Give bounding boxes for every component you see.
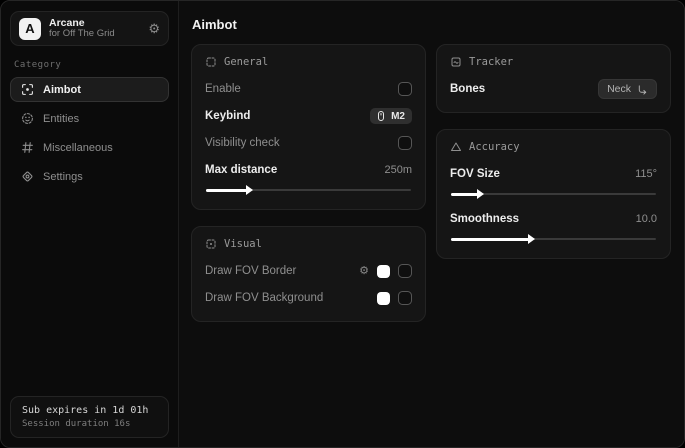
scan-face-icon: [21, 112, 34, 125]
focus-crosshair-icon: [21, 83, 34, 96]
sidebar-item-entities[interactable]: Entities: [10, 106, 169, 131]
keybind-value: M2: [391, 111, 405, 122]
sidebar-item-label: Miscellaneous: [43, 142, 113, 154]
accuracy-card-header: Accuracy: [450, 141, 657, 153]
sidebar-item-settings[interactable]: Settings: [10, 164, 169, 189]
activity-box-icon: [450, 56, 462, 68]
app-window: A Arcane for Off The Grid ⚙ Category Aim…: [0, 0, 685, 448]
smoothness-slider[interactable]: [451, 234, 656, 244]
corner-expand-icon: [637, 84, 648, 95]
keybind-row: Keybind M2: [205, 105, 412, 127]
draw-fov-border-label: Draw FOV Border: [205, 265, 296, 277]
sidebar-item-label: Settings: [43, 171, 83, 183]
draw-fov-background-checkbox[interactable]: [398, 291, 412, 305]
bones-row: Bones Neck: [450, 78, 657, 100]
smoothness-label: Smoothness: [450, 213, 519, 225]
visibility-check-label: Visibility check: [205, 137, 280, 149]
draw-fov-border-row: Draw FOV Border ⚙: [205, 260, 412, 282]
bones-label: Bones: [450, 83, 485, 95]
app-logo: A: [19, 18, 41, 40]
keybind-label: Keybind: [205, 110, 250, 122]
accuracy-card-title: Accuracy: [469, 141, 520, 153]
enable-label: Enable: [205, 83, 241, 95]
sidebar-item-label: Entities: [43, 113, 79, 125]
slider-fill: [451, 238, 529, 241]
fov-background-color-swatch[interactable]: [377, 292, 390, 305]
max-distance-slider[interactable]: [206, 185, 411, 195]
tracker-card-header: Tracker: [450, 56, 657, 68]
max-distance-row: Max distance 250m: [205, 159, 412, 181]
sidebar-spacer: [10, 193, 169, 396]
app-header-card: A Arcane for Off The Grid ⚙: [10, 11, 169, 46]
sub-expiry-text: Sub expires in 1d 01h: [22, 405, 157, 416]
triangle-icon: [450, 141, 462, 153]
smoothness-row: Smoothness 10.0: [450, 208, 657, 230]
grid-hash-icon: [21, 141, 34, 154]
bones-selected-value: Neck: [607, 83, 631, 95]
fov-border-gear-icon[interactable]: ⚙: [359, 266, 369, 277]
visual-card: Visual Draw FOV Border ⚙ Draw FOV Backgr…: [191, 226, 426, 322]
general-card-title: General: [224, 56, 268, 68]
slider-thumb[interactable]: [528, 234, 535, 244]
tracker-card: Tracker Bones Neck: [436, 44, 671, 113]
main-content: Aimbot General Enable: [179, 1, 685, 447]
left-column: General Enable Keybind M2: [191, 44, 426, 322]
bones-select-button[interactable]: Neck: [598, 79, 657, 99]
slider-thumb[interactable]: [477, 189, 484, 199]
general-card: General Enable Keybind M2: [191, 44, 426, 210]
app-meta: Arcane for Off The Grid: [49, 17, 140, 40]
dashed-box-dot-icon: [205, 238, 217, 250]
category-label: Category: [14, 60, 169, 70]
app-subtitle: for Off The Grid: [49, 29, 140, 40]
right-column: Tracker Bones Neck: [436, 44, 671, 259]
slider-fill: [451, 193, 478, 196]
sidebar-item-miscellaneous[interactable]: Miscellaneous: [10, 135, 169, 160]
enable-checkbox[interactable]: [398, 82, 412, 96]
settings-gear-icon[interactable]: ⚙: [148, 22, 160, 35]
fov-size-slider[interactable]: [451, 189, 656, 199]
slider-fill: [206, 189, 247, 192]
session-duration-text: Session duration 16s: [22, 419, 157, 429]
draw-fov-background-label: Draw FOV Background: [205, 292, 323, 304]
draw-fov-border-checkbox[interactable]: [398, 264, 412, 278]
fov-border-color-swatch[interactable]: [377, 265, 390, 278]
smoothness-value: 10.0: [636, 213, 657, 225]
sidebar: A Arcane for Off The Grid ⚙ Category Aim…: [1, 1, 179, 447]
page-title: Aimbot: [192, 17, 671, 32]
visual-card-title: Visual: [224, 238, 262, 250]
slider-thumb[interactable]: [246, 185, 253, 195]
sidebar-item-aimbot[interactable]: Aimbot: [10, 77, 169, 102]
visibility-check-row: Visibility check: [205, 132, 412, 154]
max-distance-label: Max distance: [205, 164, 277, 176]
keybind-button[interactable]: M2: [370, 108, 412, 124]
subscription-status-card: Sub expires in 1d 01h Session duration 1…: [10, 396, 169, 438]
mouse-icon: [375, 110, 387, 122]
sidebar-item-label: Aimbot: [43, 84, 81, 96]
enable-row: Enable: [205, 78, 412, 100]
settings-diamond-icon: [21, 170, 34, 183]
accuracy-card: Accuracy FOV Size 115° Smoothness: [436, 129, 671, 259]
tracker-card-title: Tracker: [469, 56, 513, 68]
visibility-check-checkbox[interactable]: [398, 136, 412, 150]
dashed-box-icon: [205, 56, 217, 68]
draw-fov-background-row: Draw FOV Background: [205, 287, 412, 309]
fov-size-row: FOV Size 115°: [450, 163, 657, 185]
fov-size-value: 115°: [635, 168, 657, 180]
fov-size-label: FOV Size: [450, 168, 500, 180]
visual-card-header: Visual: [205, 238, 412, 250]
max-distance-value: 250m: [384, 164, 412, 176]
general-card-header: General: [205, 56, 412, 68]
